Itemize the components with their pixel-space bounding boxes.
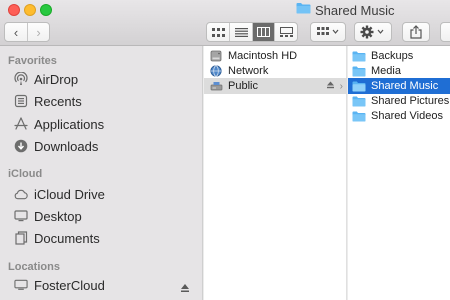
sidebar-item-label: Recents	[34, 93, 82, 109]
chevron-right-icon: ›	[36, 24, 41, 40]
share-icon	[410, 25, 422, 39]
desktop-icon	[14, 209, 28, 223]
item-label: Media	[371, 65, 401, 77]
zoom-window-button[interactable]	[40, 4, 52, 16]
gear-icon	[360, 25, 384, 39]
item-label: Backups	[371, 50, 414, 62]
finder-window: Shared Music ‹ › Favorites AirDrop Recen…	[0, 0, 450, 300]
list-item-public[interactable]: Public ›	[204, 78, 347, 94]
list-item-media[interactable]: Media	[348, 63, 450, 79]
forward-button[interactable]: ›	[26, 23, 49, 41]
sidebar-item-documents[interactable]: Documents	[14, 228, 100, 248]
sidebar-item-label: Desktop	[34, 208, 82, 224]
folder-icon	[352, 80, 366, 92]
applications-icon	[14, 117, 28, 131]
cloud-icon	[14, 187, 28, 201]
shared-drive-icon	[209, 80, 223, 92]
airdrop-icon	[14, 72, 28, 86]
list-view-icon	[234, 27, 248, 37]
browser-column-2: Backups Media Shared Music Shared Pictur…	[348, 46, 450, 300]
window-title-text: Shared Music	[315, 2, 395, 18]
folder-icon	[352, 50, 366, 62]
sidebar-item-label: FosterCloud	[34, 277, 105, 293]
icon-view-button[interactable]	[207, 23, 229, 41]
item-label: Network	[228, 65, 269, 77]
column-view-button[interactable]	[251, 23, 275, 41]
eject-button[interactable]	[180, 280, 190, 298]
sidebar-section-header: Locations	[8, 261, 60, 273]
sidebar-item-applications[interactable]: Applications	[14, 114, 104, 134]
sidebar: Favorites AirDrop Recents Applications D…	[0, 46, 203, 300]
group-grid-icon	[317, 27, 339, 35]
sidebar-item-recents[interactable]: Recents	[14, 91, 82, 111]
action-menu-button[interactable]	[354, 22, 392, 42]
back-button[interactable]: ‹	[5, 23, 27, 41]
sidebar-item-label: AirDrop	[34, 71, 79, 87]
sidebar-item-label: Downloads	[34, 138, 99, 154]
sidebar-section-header: Favorites	[8, 55, 57, 67]
list-item-shared-videos[interactable]: Shared Videos	[348, 108, 450, 124]
downloads-icon	[14, 139, 28, 153]
item-label: Shared Pictures	[371, 95, 450, 107]
edit-tags-button[interactable]	[440, 22, 450, 42]
folder-icon	[296, 1, 311, 19]
sidebar-item-downloads[interactable]: Downloads	[14, 136, 98, 156]
group-by-button[interactable]	[310, 22, 346, 42]
list-item-network[interactable]: Network	[204, 63, 347, 79]
item-label: Public	[228, 80, 258, 92]
chevron-left-icon: ‹	[13, 24, 19, 40]
sidebar-item-label: Applications	[34, 116, 105, 132]
list-view-button[interactable]	[229, 23, 252, 41]
network-globe-icon	[209, 65, 223, 77]
item-label: Shared Videos	[371, 110, 443, 122]
sidebar-item-label: Documents	[34, 230, 100, 246]
chevron-right-icon: ›	[339, 80, 343, 92]
gallery-view-button[interactable]	[274, 23, 297, 41]
item-label: Macintosh HD	[228, 50, 298, 62]
sidebar-item-icloud-drive[interactable]: iCloud Drive	[14, 184, 105, 204]
minimize-window-button[interactable]	[24, 4, 36, 16]
sidebar-section-header: iCloud	[8, 168, 43, 180]
folder-icon	[352, 110, 366, 122]
list-item-backups[interactable]: Backups	[348, 48, 450, 64]
folder-icon	[352, 95, 366, 107]
documents-icon	[14, 231, 28, 245]
share-button[interactable]	[402, 22, 430, 42]
sidebar-item-airdrop[interactable]: AirDrop	[14, 69, 78, 89]
browser-column-1: Macintosh HD Network Public ›	[204, 46, 347, 300]
view-mode-selector	[206, 22, 298, 42]
display-icon	[14, 278, 28, 292]
sidebar-item-fostercloud[interactable]: FosterCloud	[14, 275, 105, 295]
folder-icon	[352, 65, 366, 77]
eject-icon[interactable]	[326, 81, 335, 91]
navigation-buttons: ‹ ›	[4, 22, 50, 42]
sidebar-item-desktop[interactable]: Desktop	[14, 206, 82, 226]
recents-icon	[14, 94, 28, 108]
window-title: Shared Music	[296, 1, 394, 19]
eject-icon	[181, 284, 189, 292]
item-label: Shared Music	[371, 80, 439, 92]
title-bar: Shared Music ‹ ›	[0, 0, 450, 46]
sidebar-item-label: iCloud Drive	[34, 186, 105, 202]
icon-view-icon	[211, 27, 225, 37]
close-window-button[interactable]	[8, 4, 20, 16]
list-item-macintosh-hd[interactable]: Macintosh HD	[204, 48, 347, 64]
hard-drive-icon	[209, 50, 223, 62]
list-item-shared-pictures[interactable]: Shared Pictures	[348, 93, 450, 109]
list-item-shared-music[interactable]: Shared Music	[348, 78, 450, 94]
gallery-view-icon	[279, 27, 293, 37]
column-view-icon	[257, 27, 271, 37]
